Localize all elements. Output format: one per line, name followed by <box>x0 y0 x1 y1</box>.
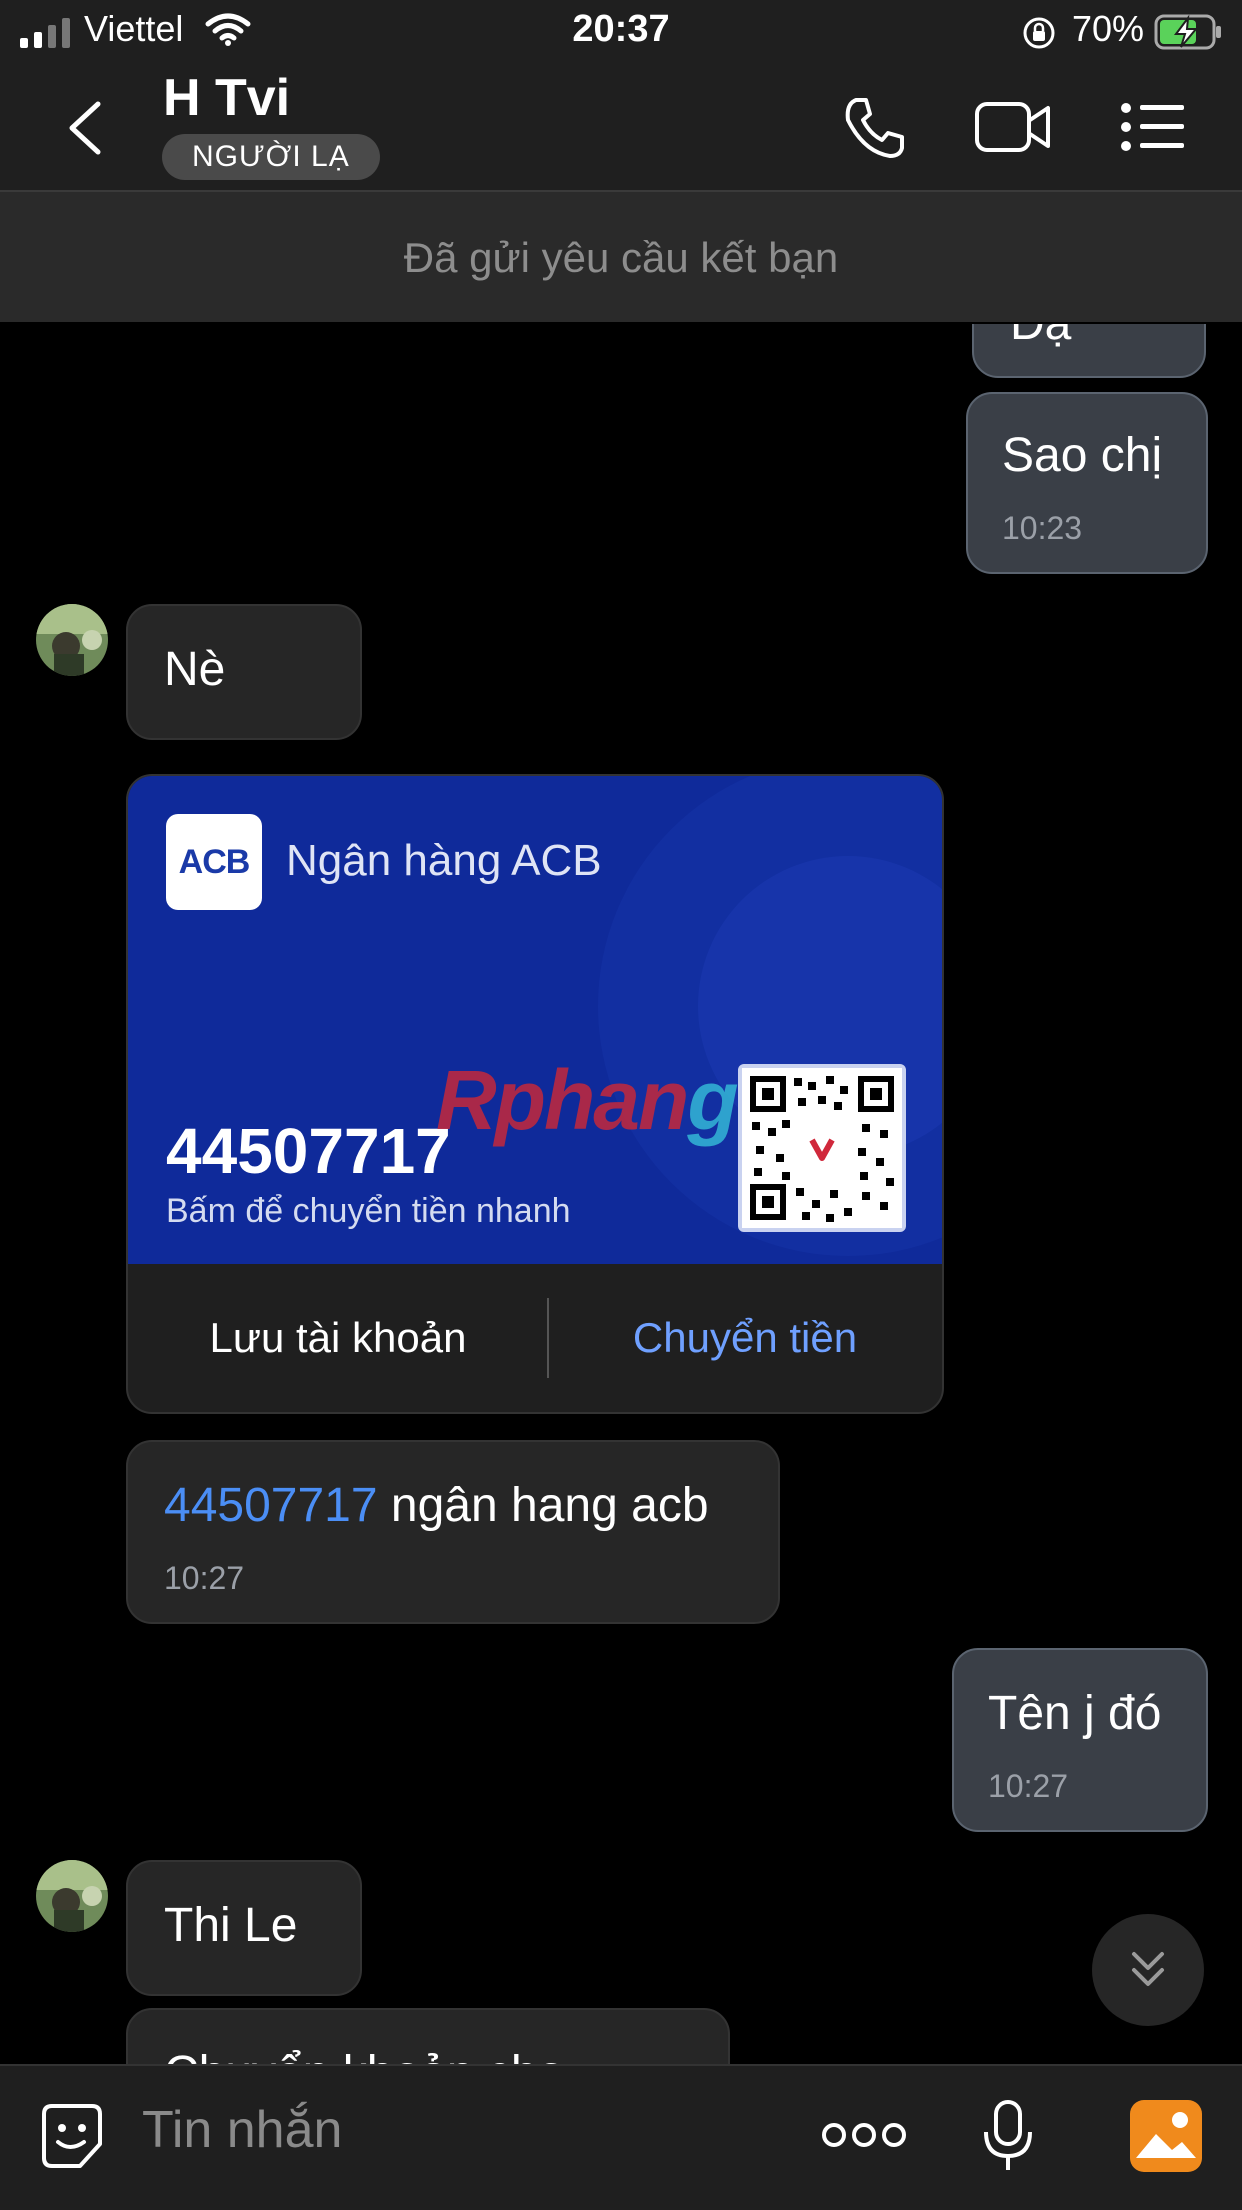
phone-icon[interactable] <box>842 96 906 160</box>
message-text: Dạ <box>1010 324 1071 351</box>
friend-request-text: Đã gửi yêu cầu kết bạn <box>403 234 839 281</box>
microphone-icon[interactable] <box>982 2098 1034 2174</box>
menu-icon[interactable] <box>1120 102 1186 152</box>
message-text: Thi Le <box>164 1899 298 1952</box>
sticker-icon[interactable] <box>36 2100 108 2172</box>
quick-transfer-hint: Bấm để chuyển tiền nhanh <box>166 1192 571 1230</box>
chat-area-lower[interactable]: 44507717 ngân hang acb 10:27 Tên j đó 10… <box>0 1420 1242 2064</box>
message-input[interactable]: Tin nhắn <box>142 2100 342 2160</box>
account-number-link[interactable]: 44507717 <box>164 1479 378 1532</box>
avatar[interactable] <box>36 604 108 676</box>
transfer-button[interactable]: Chuyển tiền <box>548 1264 942 1412</box>
save-account-button[interactable]: Lưu tài khoản <box>128 1264 548 1412</box>
acb-logo: ACB <box>166 814 262 910</box>
scroll-to-bottom-button[interactable] <box>1092 1914 1204 2026</box>
watermark: Rphang <box>436 1053 739 1147</box>
avatar[interactable] <box>36 1860 108 1932</box>
more-icon[interactable] <box>822 2120 906 2150</box>
bank-card-header[interactable]: ACB Ngân hàng ACB 44507717 Bấm để chuyển… <box>128 776 942 1264</box>
back-icon[interactable] <box>66 100 106 156</box>
bank-name: Ngân hàng ACB <box>286 836 602 885</box>
battery-charging-icon <box>1154 14 1221 50</box>
message-text: Nè <box>164 643 226 696</box>
message-text: Tên j đó <box>988 1687 1162 1740</box>
stranger-badge: NGƯỜI LẠ <box>162 134 380 180</box>
video-call-icon[interactable] <box>974 98 1052 156</box>
message-time: 10:23 <box>1002 510 1083 546</box>
contact-name[interactable]: H Tvi <box>163 68 290 128</box>
battery-percent: 70% <box>1072 8 1145 49</box>
orientation-lock-icon <box>1023 17 1055 49</box>
message-bubble-outgoing[interactable] <box>972 324 1206 378</box>
message-text: Chuyển khoản cho <box>164 2046 564 2064</box>
qr-code[interactable] <box>738 1064 906 1232</box>
account-number: 44507717 <box>166 1115 451 1187</box>
message-bubble-incoming[interactable] <box>126 604 362 740</box>
message-text: Sao chị <box>1002 429 1163 482</box>
message-text: 44507717 ngân hang acb <box>164 1479 709 1532</box>
message-time: 10:27 <box>988 1768 1069 1804</box>
gallery-icon[interactable] <box>1128 2098 1204 2174</box>
message-time: 10:27 <box>164 1560 245 1596</box>
chevron-double-down-icon <box>1132 1952 1164 1986</box>
